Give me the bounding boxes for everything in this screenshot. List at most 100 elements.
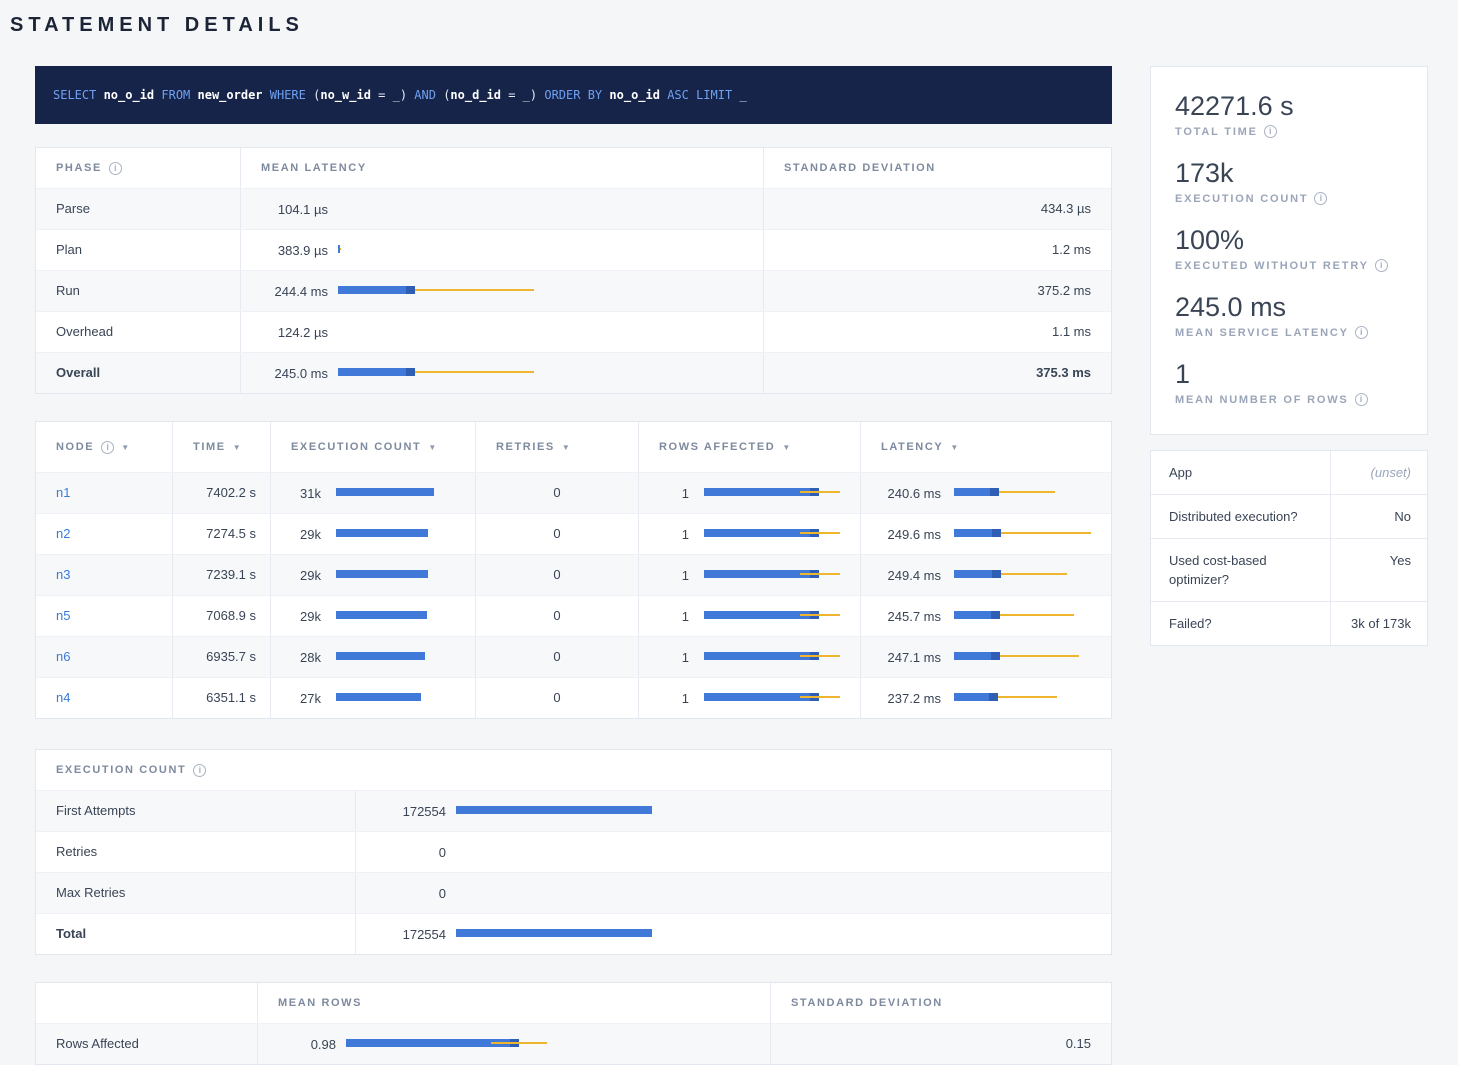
latency-bar [954, 567, 1104, 581]
stat-label-text: MEAN NUMBER OF ROWS [1175, 394, 1349, 406]
stat-label-text: TOTAL TIME [1175, 126, 1258, 138]
std-dev-value: 0.15 [771, 1024, 1111, 1064]
attribute-value: Yes [1331, 539, 1427, 601]
sort-icon[interactable]: ▼ [428, 443, 436, 452]
info-icon[interactable]: i [1355, 326, 1368, 339]
stat-total-time: 42271.6 s TOTAL TIMEi [1175, 91, 1403, 138]
node-latency-cell: 249.4 ms [861, 555, 1111, 595]
node-rows-affected-cell: 1 [639, 555, 861, 595]
node-link[interactable]: n5 [56, 608, 70, 623]
node-link[interactable]: n3 [56, 567, 70, 582]
execution-count-bar [456, 844, 676, 858]
sql-identifier: no_w_id [320, 88, 371, 102]
mean-latency-value: 244.4 ms [243, 284, 328, 299]
info-icon[interactable]: i [1314, 192, 1327, 205]
latency-value: 249.6 ms [861, 527, 941, 542]
execution-count-bar [336, 485, 471, 499]
node-header-label: NODE [56, 441, 94, 453]
std-dev-value: 375.2 ms [764, 271, 1111, 311]
latency-value: 245.7 ms [861, 609, 941, 624]
stat-executed-without-retry: 100% EXECUTED WITHOUT RETRYi [1175, 225, 1403, 272]
info-icon[interactable]: i [109, 162, 122, 175]
mean-bar [954, 652, 1000, 660]
phase-name: Parse [36, 189, 241, 229]
latency-value: 249.4 ms [861, 568, 941, 583]
info-icon[interactable]: i [101, 441, 114, 454]
rows-affected-bar [704, 567, 859, 581]
info-icon[interactable]: i [1355, 393, 1368, 406]
sql-punctuation: _ [739, 88, 746, 102]
node-link[interactable]: n1 [56, 485, 70, 500]
execution-count-value: 29k [271, 568, 321, 583]
info-icon[interactable]: i [1264, 125, 1277, 138]
stat-label: EXECUTION COUNT i [1175, 192, 1403, 205]
mean-latency-value: 383.9 µs [243, 243, 328, 258]
node-time: 7239.1 s [173, 555, 271, 595]
stat-value: 1 [1175, 359, 1403, 389]
layout: SELECT no_o_id FROM new_order WHERE (no_… [0, 37, 1458, 1065]
mean-bar [336, 570, 428, 578]
retries-header-cell[interactable]: RETRIES▼ [476, 422, 639, 472]
sort-icon[interactable]: ▼ [233, 443, 241, 452]
exec-row-value: 0 [356, 845, 446, 860]
sort-icon[interactable]: ▼ [562, 443, 570, 452]
mean-bar [336, 693, 421, 701]
std-dev-header-cell: STANDARD DEVIATION [771, 983, 1111, 1023]
sql-punctuation: = _) [371, 88, 414, 102]
stat-label-text: EXECUTED WITHOUT RETRY [1175, 260, 1369, 272]
rows-affected-header-cell[interactable]: ROWS AFFECTED▼ [639, 422, 861, 472]
node-time: 7068.9 s [173, 596, 271, 636]
rows-affected-table: MEAN ROWS STANDARD DEVIATION Rows Affect… [35, 982, 1112, 1065]
execution-count-bar [336, 608, 471, 622]
sort-icon[interactable]: ▼ [950, 443, 958, 452]
node-retries: 0 [476, 514, 639, 554]
node-execution-count-cell: 29k [271, 514, 476, 554]
latency-header-cell[interactable]: LATENCY▼ [861, 422, 1111, 472]
page-title: STATEMENT DETAILS [0, 0, 1458, 37]
node-link[interactable]: n2 [56, 526, 70, 541]
rows-affected-value: 1 [639, 609, 689, 624]
table-row: Retries 0 [36, 831, 1111, 872]
node-cell: n3 [36, 555, 173, 595]
std-dev-line [800, 696, 840, 698]
table-row: Max Retries 0 [36, 872, 1111, 913]
mean-latency-cell: 244.4 ms [241, 271, 764, 311]
node-latency-cell: 245.7 ms [861, 596, 1111, 636]
std-dev-value: 1.2 ms [764, 230, 1111, 270]
mean-bar [336, 611, 427, 619]
table-row: Rows Affected 0.98 0.15 [36, 1023, 1111, 1064]
node-retries: 0 [476, 555, 639, 595]
latency-bar [954, 526, 1104, 540]
mean-rows-header-cell: MEAN ROWS [258, 983, 771, 1023]
sort-icon[interactable]: ▼ [782, 443, 790, 452]
node-latency-cell: 240.6 ms [861, 473, 1111, 513]
std-dev-line [491, 1042, 547, 1044]
main-content: SELECT no_o_id FROM new_order WHERE (no_… [35, 37, 1112, 1065]
stat-mean-service-latency: 245.0 ms MEAN SERVICE LATENCYi [1175, 292, 1403, 339]
node-latency-cell: 237.2 ms [861, 678, 1111, 718]
attribute-row-app: App (unset) [1151, 451, 1427, 494]
node-time: 6351.1 s [173, 678, 271, 718]
node-execution-count-cell: 28k [271, 637, 476, 677]
execution-count-table: EXECUTION COUNTi First Attempts 172554 R… [35, 749, 1112, 955]
phase-name: Overhead [36, 312, 241, 352]
info-icon[interactable]: i [193, 764, 206, 777]
rows-affected-value: 1 [639, 486, 689, 501]
time-header-label: TIME [193, 441, 226, 453]
table-row: n6 6935.7 s 28k 0 1 247.1 ms [36, 636, 1111, 677]
stat-label-text: EXECUTION COUNT [1175, 193, 1308, 205]
std-dev-line [800, 573, 840, 575]
time-header-cell[interactable]: TIME ▼ [173, 422, 271, 472]
info-icon[interactable]: i [1375, 259, 1388, 272]
mean-bar [336, 488, 434, 496]
node-link[interactable]: n6 [56, 649, 70, 664]
sort-icon[interactable]: ▼ [121, 443, 129, 452]
phase-table-header: PHASEi MEAN LATENCY STANDARD DEVIATION [36, 148, 1111, 188]
node-link[interactable]: n4 [56, 690, 70, 705]
latency-bar [338, 242, 543, 256]
execution-count-header-cell[interactable]: EXECUTION COUNT▼ [271, 422, 476, 472]
std-dev-line [800, 655, 840, 657]
execution-count-table-header: EXECUTION COUNTi [36, 750, 1111, 790]
node-header-cell[interactable]: NODE i ▼ [36, 422, 173, 472]
node-rows-affected-cell: 1 [639, 596, 861, 636]
